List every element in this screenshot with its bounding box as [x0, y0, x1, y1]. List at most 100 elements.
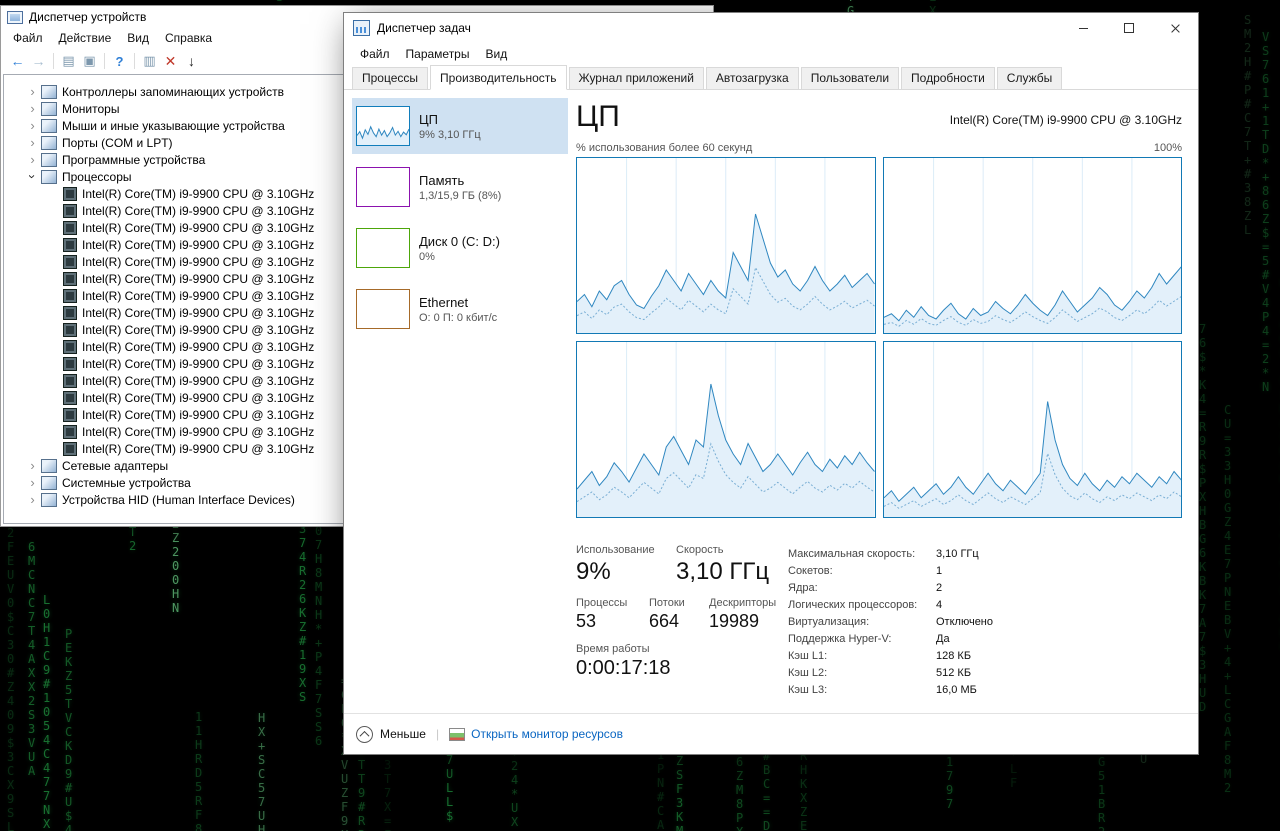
sidebar-item-name: Диск 0 (C: D:): [419, 233, 500, 249]
chevron-right-icon[interactable]: [26, 136, 39, 149]
network-adapters-icon: [41, 458, 57, 473]
processor-icon: [63, 390, 77, 405]
graph-scale-max: 100%: [1153, 142, 1182, 154]
detail-label: Кэш L2:: [788, 667, 828, 679]
menu-item[interactable]: Файл: [5, 29, 51, 47]
cpu-panel: ЦП Intel(R) Core(TM) i9-9900 CPU @ 3.10G…: [568, 90, 1198, 713]
hid-devices-icon: [41, 492, 57, 507]
tree-item-label: Intel(R) Core(TM) i9-9900 CPU @ 3.10GHz: [82, 237, 315, 252]
Память[interactable]: Память 1,3/15,9 ГБ (8%): [352, 159, 568, 215]
sidebar-item-detail: 1,3/15,9 ГБ (8%): [419, 189, 502, 202]
tab-details[interactable]: Подробности: [901, 67, 995, 90]
menu-item[interactable]: Действие: [51, 29, 120, 47]
stat-speed: Скорость 3,10 ГГц: [676, 544, 770, 585]
device-manager-icon: [7, 10, 23, 24]
tree-item-label: Intel(R) Core(TM) i9-9900 CPU @ 3.10GHz: [82, 407, 315, 422]
tab-users[interactable]: Пользователи: [800, 67, 900, 90]
disable-device-icon[interactable]: ↓: [181, 51, 202, 71]
menu-item[interactable]: Вид: [119, 29, 157, 47]
scan-hardware-changes-icon[interactable]: ▥: [139, 51, 160, 71]
stat-usage: Использование 9%: [576, 544, 655, 585]
processor-icon: [63, 305, 77, 320]
forward-icon[interactable]: →: [28, 51, 49, 71]
processor-icon: [63, 203, 77, 218]
tree-item-label: Системные устройства: [62, 475, 191, 490]
mini-graph-thumbnail: [356, 167, 410, 207]
toolbar-separator[interactable]: [134, 53, 135, 69]
mini-graph-thumbnail: [356, 289, 410, 329]
cpu-core-graph-2: [882, 157, 1182, 334]
detail-label: Кэш L3:: [788, 684, 828, 696]
processor-icon: [63, 220, 77, 235]
tab-app-history[interactable]: Журнал приложений: [568, 67, 704, 90]
cpu-detail-row: Сокетов: 1: [788, 563, 993, 580]
tree-item-label: Intel(R) Core(TM) i9-9900 CPU @ 3.10GHz: [82, 305, 315, 320]
stat-handles: Дескрипторы 19989: [709, 597, 777, 631]
processor-icon: [63, 356, 77, 371]
processor-icon: [63, 288, 77, 303]
chevron-right-icon[interactable]: [26, 153, 39, 166]
cpu-details: Максимальная скорость: 3,10 ГГц Сокетов:…: [788, 544, 993, 699]
processor-icon: [63, 237, 77, 252]
menu-item[interactable]: Файл: [352, 45, 398, 63]
processor-icon: [63, 254, 77, 269]
tree-item-label: Intel(R) Core(TM) i9-9900 CPU @ 3.10GHz: [82, 203, 315, 218]
device-manager-title: Диспетчер устройств: [29, 10, 147, 24]
back-icon[interactable]: ←: [7, 51, 28, 71]
detail-value: 512 КБ: [936, 667, 972, 679]
task-manager-titlebar[interactable]: Диспетчер задач: [344, 13, 1198, 43]
cpu-core-graph-1: [576, 157, 876, 334]
chevron-right-icon[interactable]: [26, 459, 39, 472]
minimize-button[interactable]: [1060, 13, 1106, 43]
maximize-button[interactable]: [1106, 13, 1152, 43]
detail-value: 128 КБ: [936, 650, 972, 662]
Диск 0 (C: D:)[interactable]: Диск 0 (C: D:) 0%: [352, 220, 568, 276]
processor-name: Intel(R) Core(TM) i9-9900 CPU @ 3.10GHz: [949, 113, 1182, 127]
menu-item[interactable]: Параметры: [398, 45, 478, 63]
console-tree-icon[interactable]: ▤: [58, 51, 79, 71]
menu-item[interactable]: Вид: [477, 45, 515, 63]
ЦП[interactable]: ЦП 9% 3,10 ГГц: [352, 98, 568, 154]
storage-controllers-icon: [41, 84, 57, 99]
detail-label: Поддержка Hyper-V:: [788, 633, 892, 645]
help-icon[interactable]: ?: [109, 51, 130, 71]
detail-value: 1: [936, 565, 943, 577]
processor-icon: [63, 373, 77, 388]
tab-startup[interactable]: Автозагрузка: [705, 67, 799, 90]
chevron-right-icon[interactable]: [26, 102, 39, 115]
tree-item-label: Сетевые адаптеры: [62, 458, 169, 473]
sidebar-item-detail: 9% 3,10 ГГц: [419, 128, 481, 141]
detail-value: 4: [936, 599, 943, 611]
tab-services[interactable]: Службы: [996, 67, 1063, 90]
menu-item[interactable]: Справка: [157, 29, 220, 47]
sidebar-item-name: Память: [419, 172, 465, 188]
cpu-stats-primary: Использование 9% Скорость 3,10 ГГц Проце…: [576, 544, 788, 699]
properties-icon[interactable]: ▣: [79, 51, 100, 71]
close-button[interactable]: [1152, 13, 1198, 43]
mini-graph-thumbnail: [356, 228, 410, 268]
cpu-detail-row: Ядра: 2: [788, 580, 993, 597]
cpu-detail-row: Кэш L3: 16,0 МБ: [788, 682, 993, 699]
open-resource-monitor-link[interactable]: Открыть монитор ресурсов: [449, 727, 623, 741]
chevron-right-icon[interactable]: [26, 476, 39, 489]
uninstall-device-icon[interactable]: ✕: [160, 51, 181, 71]
detail-label: Виртуализация:: [788, 616, 870, 628]
fewer-details-button[interactable]: Меньше: [356, 725, 426, 743]
detail-value: 3,10 ГГц: [936, 548, 979, 560]
processor-icon: [63, 271, 77, 286]
sidebar-item-detail: 0%: [419, 250, 435, 263]
tab-performance[interactable]: Производительность: [430, 65, 567, 90]
Ethernet[interactable]: Ethernet О: 0 П: 0 кбит/с: [352, 281, 568, 337]
chevron-right-icon[interactable]: [26, 85, 39, 98]
chevron-right-icon[interactable]: [26, 493, 39, 506]
detail-value: Отключено: [936, 616, 993, 628]
chevron-right-icon[interactable]: [26, 119, 39, 132]
sidebar-item-text: Ethernet О: 0 П: 0 кбит/с: [419, 295, 497, 324]
toolbar-separator[interactable]: [104, 53, 105, 69]
chevron-down-icon[interactable]: [26, 170, 39, 183]
tab-processes[interactable]: Процессы: [352, 67, 429, 90]
detail-value: Да: [936, 633, 950, 645]
sidebar-item-text: ЦП 9% 3,10 ГГц: [419, 112, 481, 141]
task-manager-window: Диспетчер задач Файл Параметры Вид Процесс…: [343, 12, 1199, 755]
toolbar-separator[interactable]: [53, 53, 54, 69]
